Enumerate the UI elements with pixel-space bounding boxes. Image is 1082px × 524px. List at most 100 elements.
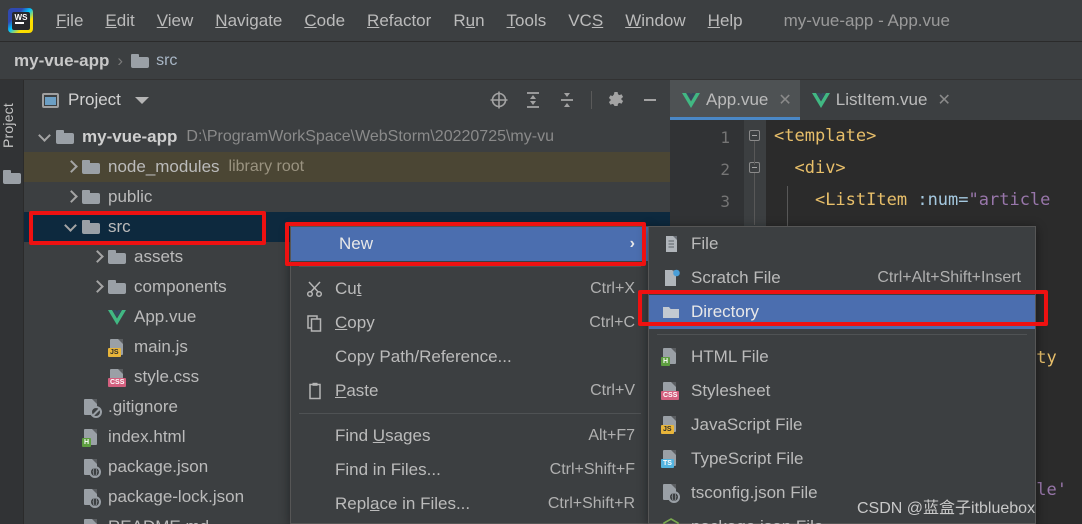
menu-item-label: Replace in Files... [335,494,471,513]
menu-item-label: HTML File [691,347,769,366]
blank-icon [305,494,327,514]
close-icon[interactable]: ✕ [778,90,791,110]
menu-separator [299,266,641,267]
menu-item-shortcut: Ctrl+X [590,280,635,297]
tree-row-my-vue-app[interactable]: my-vue-app D:\ProgramWorkSpace\WebStorm\… [24,122,670,152]
tree-row-public[interactable]: public [24,182,670,212]
tree-label: my-vue-app [82,127,178,146]
menu-item-label: Copy Path/Reference... [335,347,512,366]
context-menu-item-cut[interactable]: Cut Ctrl+X [291,272,649,306]
folder-icon [3,170,21,184]
menu-edit[interactable]: Edit [94,9,145,33]
tree-row-node-modules[interactable]: node_modules library root [24,152,670,182]
file-icon [661,234,683,254]
watermark-text: CSDN @蓝盒子itbluebox [857,500,1036,517]
menu-file[interactable]: File [45,9,94,33]
code-line-2: <div> [794,158,846,178]
submenu-item-typescript-file[interactable]: TS TypeScript File [649,442,1035,476]
html-file-icon: H [661,347,683,367]
chevron-down-icon[interactable] [38,130,52,144]
chevron-down-icon[interactable] [134,96,149,104]
context-menu-item-replace-in-files[interactable]: Replace in Files... Ctrl+Shift+R [291,487,649,521]
context-menu-item-find-in-files[interactable]: Find in Files... Ctrl+Shift+F [291,453,649,487]
chevron-right-icon[interactable] [90,250,104,264]
close-icon[interactable]: ✕ [937,90,950,110]
submenu-item-directory[interactable]: Directory [649,295,1035,329]
chevron-right-icon[interactable] [90,280,104,294]
breadcrumb-folder[interactable]: src [156,52,177,70]
chevron-right-icon[interactable] [64,190,78,204]
tool-window-strip: Project [0,80,24,524]
chevron-down-icon[interactable] [64,220,78,234]
tree-label: README.md [108,517,209,524]
breadcrumb-project[interactable]: my-vue-app [14,51,109,71]
menu-code[interactable]: Code [293,9,356,33]
tree-label: .gitignore [108,397,178,416]
menu-item-label: Copy [335,313,375,332]
blank-icon [305,460,327,480]
folder-icon [661,302,683,322]
js-file-icon: JS [661,415,683,435]
line-number: 1 [720,128,730,147]
blank-icon [305,426,327,446]
folder-icon [82,220,100,234]
webstorm-logo-icon: WS [5,6,35,36]
menu-separator [657,334,1027,335]
submenu-item-javascript-file[interactable]: JS JavaScript File [649,408,1035,442]
md-file-icon [82,518,100,524]
tree-label: assets [134,247,184,266]
menu-item-label: package.json File [691,517,823,524]
tree-label: App.vue [134,307,197,326]
menu-refactor[interactable]: Refactor [356,9,442,33]
tree-label: src [108,217,131,236]
menu-item-label: New [339,234,374,253]
gitignore-file-icon [82,398,102,418]
folder-icon [82,160,100,174]
code-line-3: <ListItem :num="article [814,190,1051,210]
menu-item-shortcut: Ctrl+C [589,314,635,331]
context-menu-item-paste[interactable]: Paste Ctrl+V [291,374,649,408]
js-file-icon: JS [108,338,126,357]
project-panel-header: Project [24,80,670,120]
menu-vcs[interactable]: VCS [557,9,614,33]
fold-marker-icon[interactable] [749,130,760,141]
settings-gear-icon[interactable] [606,90,626,110]
context-menu-item-new[interactable]: New › [291,227,649,261]
menu-item-label: File [691,234,719,253]
tool-window-button-project[interactable]: Project [0,86,24,166]
menu-item-label: Cut [335,279,362,298]
locate-target-icon[interactable] [489,90,509,110]
tab-app-vue[interactable]: App.vue ✕ [670,80,800,120]
expand-all-icon[interactable] [523,90,543,110]
json-file-icon: {} [82,458,101,478]
chevron-right-icon[interactable] [64,160,78,174]
menu-help[interactable]: Help [697,9,754,33]
blank-icon [305,347,327,367]
folder-icon [131,53,150,68]
context-menu-item-find-usages[interactable]: Find Usages Alt+F7 [291,419,649,453]
submenu-item-stylesheet[interactable]: CSS Stylesheet [649,374,1035,408]
context-menu-item-copy[interactable]: Copy Ctrl+C [291,306,649,340]
project-icon [42,92,59,108]
menu-tools[interactable]: Tools [496,9,558,33]
logo-text: WS [12,11,30,30]
submenu-item-scratch-file[interactable]: Scratch File Ctrl+Alt+Shift+Insert [649,261,1035,295]
menu-navigate[interactable]: Navigate [204,9,293,33]
css-file-icon: CSS [661,381,683,401]
menu-run[interactable]: Run [442,9,495,33]
menu-bar: WS File Edit View Navigate Code Refactor… [0,0,1082,42]
collapse-all-icon[interactable] [557,90,577,110]
menu-view[interactable]: View [146,9,205,33]
context-menu-item-copy-path[interactable]: Copy Path/Reference... [291,340,649,374]
submenu-item-html-file[interactable]: H HTML File [649,340,1035,374]
project-panel-toolbar [489,90,670,110]
minimize-icon[interactable] [640,90,660,110]
css-file-icon: CSS [108,368,127,387]
chevron-right-icon: › [629,235,635,252]
menu-window[interactable]: Window [614,9,696,33]
breadcrumb-separator: › [117,50,124,70]
tab-listitem-vue[interactable]: ListItem.vue ✕ [800,80,959,120]
window-title: my-vue-app - App.vue [783,10,950,30]
json-file-icon: {} [661,483,683,503]
submenu-item-file[interactable]: File [649,227,1035,261]
